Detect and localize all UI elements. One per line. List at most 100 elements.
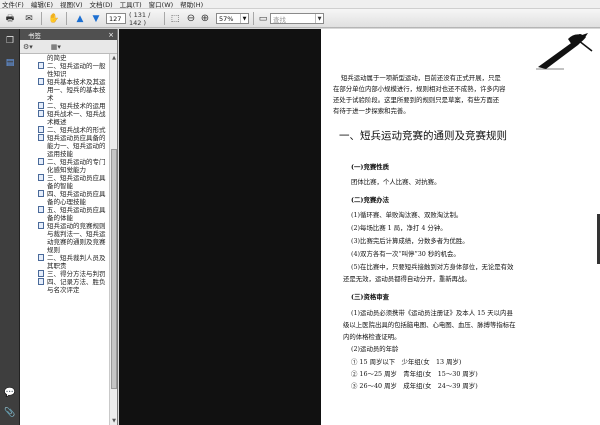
scroll-up-icon[interactable]: ▲ <box>110 54 118 62</box>
age-group-line: ① 15 周岁以下 少年组(女 13 周岁) <box>351 358 462 366</box>
bookmark-label: 二、短兵战术的形式 <box>47 126 106 134</box>
expand-icon[interactable]: ▦▾ <box>51 43 61 51</box>
bookmark-icon <box>38 126 44 133</box>
next-page-button[interactable]: ▼ <box>89 12 103 25</box>
body-line: 级以上医院出具的包括脑电图、心电图、血压、脉搏等指标在 <box>343 321 516 329</box>
menu-file[interactable]: 文件(F) <box>2 0 24 9</box>
zoom-value: 57% <box>219 14 234 23</box>
bookmark-icon <box>38 206 44 213</box>
zoom-out-icon[interactable]: ⊖ <box>184 12 198 25</box>
bookmark-icon <box>38 278 44 285</box>
bookmark-item[interactable]: 三、短兵运动员应具备的智能 <box>20 174 110 190</box>
bookmark-label: 的简史 <box>47 54 67 62</box>
bookmark-icon <box>38 62 44 69</box>
comments-icon[interactable]: 💬 <box>4 387 16 399</box>
bookmark-item[interactable]: 短兵运动的竞赛规则与裁判法一、短兵运动竞赛的通则及竞赛规则 <box>20 222 110 254</box>
bookmark-item[interactable]: 二、短兵运动的专门化感知觉能力 <box>20 158 110 174</box>
age-group-line: ③ 26～40 周岁 成年组(女 24～39 周岁) <box>351 382 478 390</box>
scroll-down-icon[interactable]: ▼ <box>110 417 118 425</box>
bookmark-label: 二、短兵裁判人员及其职责 <box>47 254 106 270</box>
document-page: 短兵运动属于一项新型运动，目前还没有正式开展，只是 在部分单位内部小规模进行，规… <box>321 29 600 425</box>
bookmark-icon <box>38 222 44 229</box>
page-count: ( 131 / 142 ) <box>129 10 151 27</box>
bookmark-item[interactable]: 二、短兵运动的一般性知识 <box>20 62 110 78</box>
zoom-select[interactable]: 57% ▼ <box>216 13 249 24</box>
intro-line: 短兵运动属于一项新型运动，目前还没有正式开展，只是 <box>341 74 501 82</box>
bookmark-label: 四、记录方法、胜负与名次评定 <box>47 278 106 294</box>
bookmark-item[interactable]: 二、短兵裁判人员及其职责 <box>20 254 110 270</box>
body-line: (3)比赛完后计算成绩，分数多者为优胜。 <box>351 237 469 245</box>
bookmark-item[interactable]: 短兵运动员应具备的能力一、短兵运动的运用技能 <box>20 134 110 158</box>
chevron-down-icon[interactable]: ▼ <box>240 14 248 23</box>
hand-tool-icon[interactable]: ✋ <box>47 12 61 25</box>
subsection-title: (一)竞赛性质 <box>351 163 390 171</box>
bookmark-item[interactable]: 的简史 <box>20 54 110 62</box>
intro-line: 在部分单位内部小规模进行，规则相对也还不成熟，许多内容 <box>333 85 506 93</box>
page-number-input[interactable]: 127 <box>106 13 126 24</box>
bookmark-label: 四、短兵运动员应具备的心理技能 <box>47 190 106 206</box>
panel-title: 书签 <box>28 31 41 40</box>
body-line: (2)运动员的年龄 <box>351 345 399 353</box>
toolbar-separator <box>66 12 67 25</box>
chevron-down-icon[interactable]: ▼ <box>315 14 323 23</box>
menu-document[interactable]: 文档(D) <box>90 0 113 9</box>
toolbar-separator <box>253 12 254 25</box>
previous-page-dark <box>119 29 321 425</box>
scroll-thumb[interactable] <box>111 149 117 389</box>
bookmark-label: 五、短兵运动员应具备的体能 <box>47 206 106 222</box>
toolbar-separator <box>41 12 42 25</box>
bookmark-icon <box>38 190 44 197</box>
body-line: (2)每场比赛 1 局，净打 4 分钟。 <box>351 224 447 232</box>
bookmarks-icon[interactable]: ▤ <box>4 57 16 69</box>
bookmark-icon <box>38 134 44 141</box>
bookmark-item[interactable]: 四、短兵运动员应具备的心理技能 <box>20 190 110 206</box>
intro-line: 有待于进一步探索和完善。 <box>333 107 410 115</box>
bookmark-item[interactable]: 三、得分方法与判罚 <box>20 270 110 278</box>
menu-edit[interactable]: 编辑(E) <box>31 0 53 9</box>
bookmark-icon <box>38 174 44 181</box>
age-group-line: ② 16～25 周岁 青年组(女 15～30 周岁) <box>351 370 478 378</box>
intro-line: 还处于试验阶段。这里所要到的规则只是草案，有些方面还 <box>333 96 500 104</box>
close-icon[interactable]: × <box>108 31 114 39</box>
zoom-in-icon[interactable]: ⊕ <box>198 12 212 25</box>
bookmark-icon <box>38 102 44 109</box>
select-tool-icon[interactable]: ⬚ <box>168 12 182 25</box>
bookmark-item[interactable]: 短兵战术一、短兵战术概述 <box>20 110 110 126</box>
bookmark-icon <box>38 158 44 165</box>
subsection-title: (二)竞赛办法 <box>351 196 390 204</box>
bookmark-label: 短兵战术一、短兵战术概述 <box>47 110 106 126</box>
pages-icon[interactable]: ❐ <box>4 35 16 47</box>
menu-window[interactable]: 窗口(W) <box>149 0 174 9</box>
fit-page-icon[interactable]: ▭ <box>256 12 270 25</box>
menu-tools[interactable]: 工具(T) <box>120 0 142 9</box>
email-icon[interactable]: ✉ <box>22 12 36 25</box>
previous-page-button[interactable]: ▲ <box>73 12 87 25</box>
bookmark-label: 短兵基本技术及其运用一、短兵的基本技术 <box>47 78 106 102</box>
panel-header: 书签 × <box>20 29 117 40</box>
bookmark-item[interactable]: 五、短兵运动员应具备的体能 <box>20 206 110 222</box>
section-heading: 一、短兵运动竞赛的通则及竞赛规则 <box>339 130 507 142</box>
search-input[interactable]: 查找 ▼ <box>270 13 324 24</box>
subsection-title: (三)资格审查 <box>351 293 390 301</box>
bookmark-icon <box>38 78 44 85</box>
toolbar: 🖶 ✉ ✋ ▲ ▼ 127 ( 131 / 142 ) ⬚ ⊖ ⊕ 57% ▼ … <box>0 9 600 28</box>
attachments-icon[interactable]: 📎 <box>4 407 16 419</box>
bookmark-icon <box>38 270 44 277</box>
bookmark-label: 短兵运动员应具备的能力一、短兵运动的运用技能 <box>47 134 106 158</box>
bookmark-item[interactable]: 短兵基本技术及其运用一、短兵的基本技术 <box>20 78 110 102</box>
document-view[interactable]: 短兵运动属于一项新型运动，目前还没有正式开展，只是 在部分单位内部小规模进行，规… <box>119 29 600 425</box>
bookmark-icon <box>38 254 44 261</box>
options-icon[interactable]: ⚙▾ <box>23 43 33 51</box>
panel-toolbar: ⚙▾ ▦▾ <box>20 40 117 54</box>
bookmark-label: 二、短兵技术的运用 <box>47 102 106 110</box>
print-icon[interactable]: 🖶 <box>3 12 17 25</box>
bookmark-item[interactable]: 四、记录方法、胜负与名次评定 <box>20 278 110 294</box>
menu-help[interactable]: 帮助(H) <box>180 0 203 9</box>
bookmark-item[interactable]: 二、短兵技术的运用 <box>20 102 110 110</box>
bookmark-icon <box>38 110 44 117</box>
body-line: (4)双方各有一次“叫停”30 秒的机会。 <box>351 250 460 258</box>
menu-view[interactable]: 视图(V) <box>60 0 83 9</box>
bookmark-scrollbar[interactable]: ▲ ▼ <box>109 54 117 425</box>
bookmark-item[interactable]: 二、短兵战术的形式 <box>20 126 110 134</box>
body-line: 团体比赛，个人比赛、对抗赛。 <box>351 178 441 186</box>
